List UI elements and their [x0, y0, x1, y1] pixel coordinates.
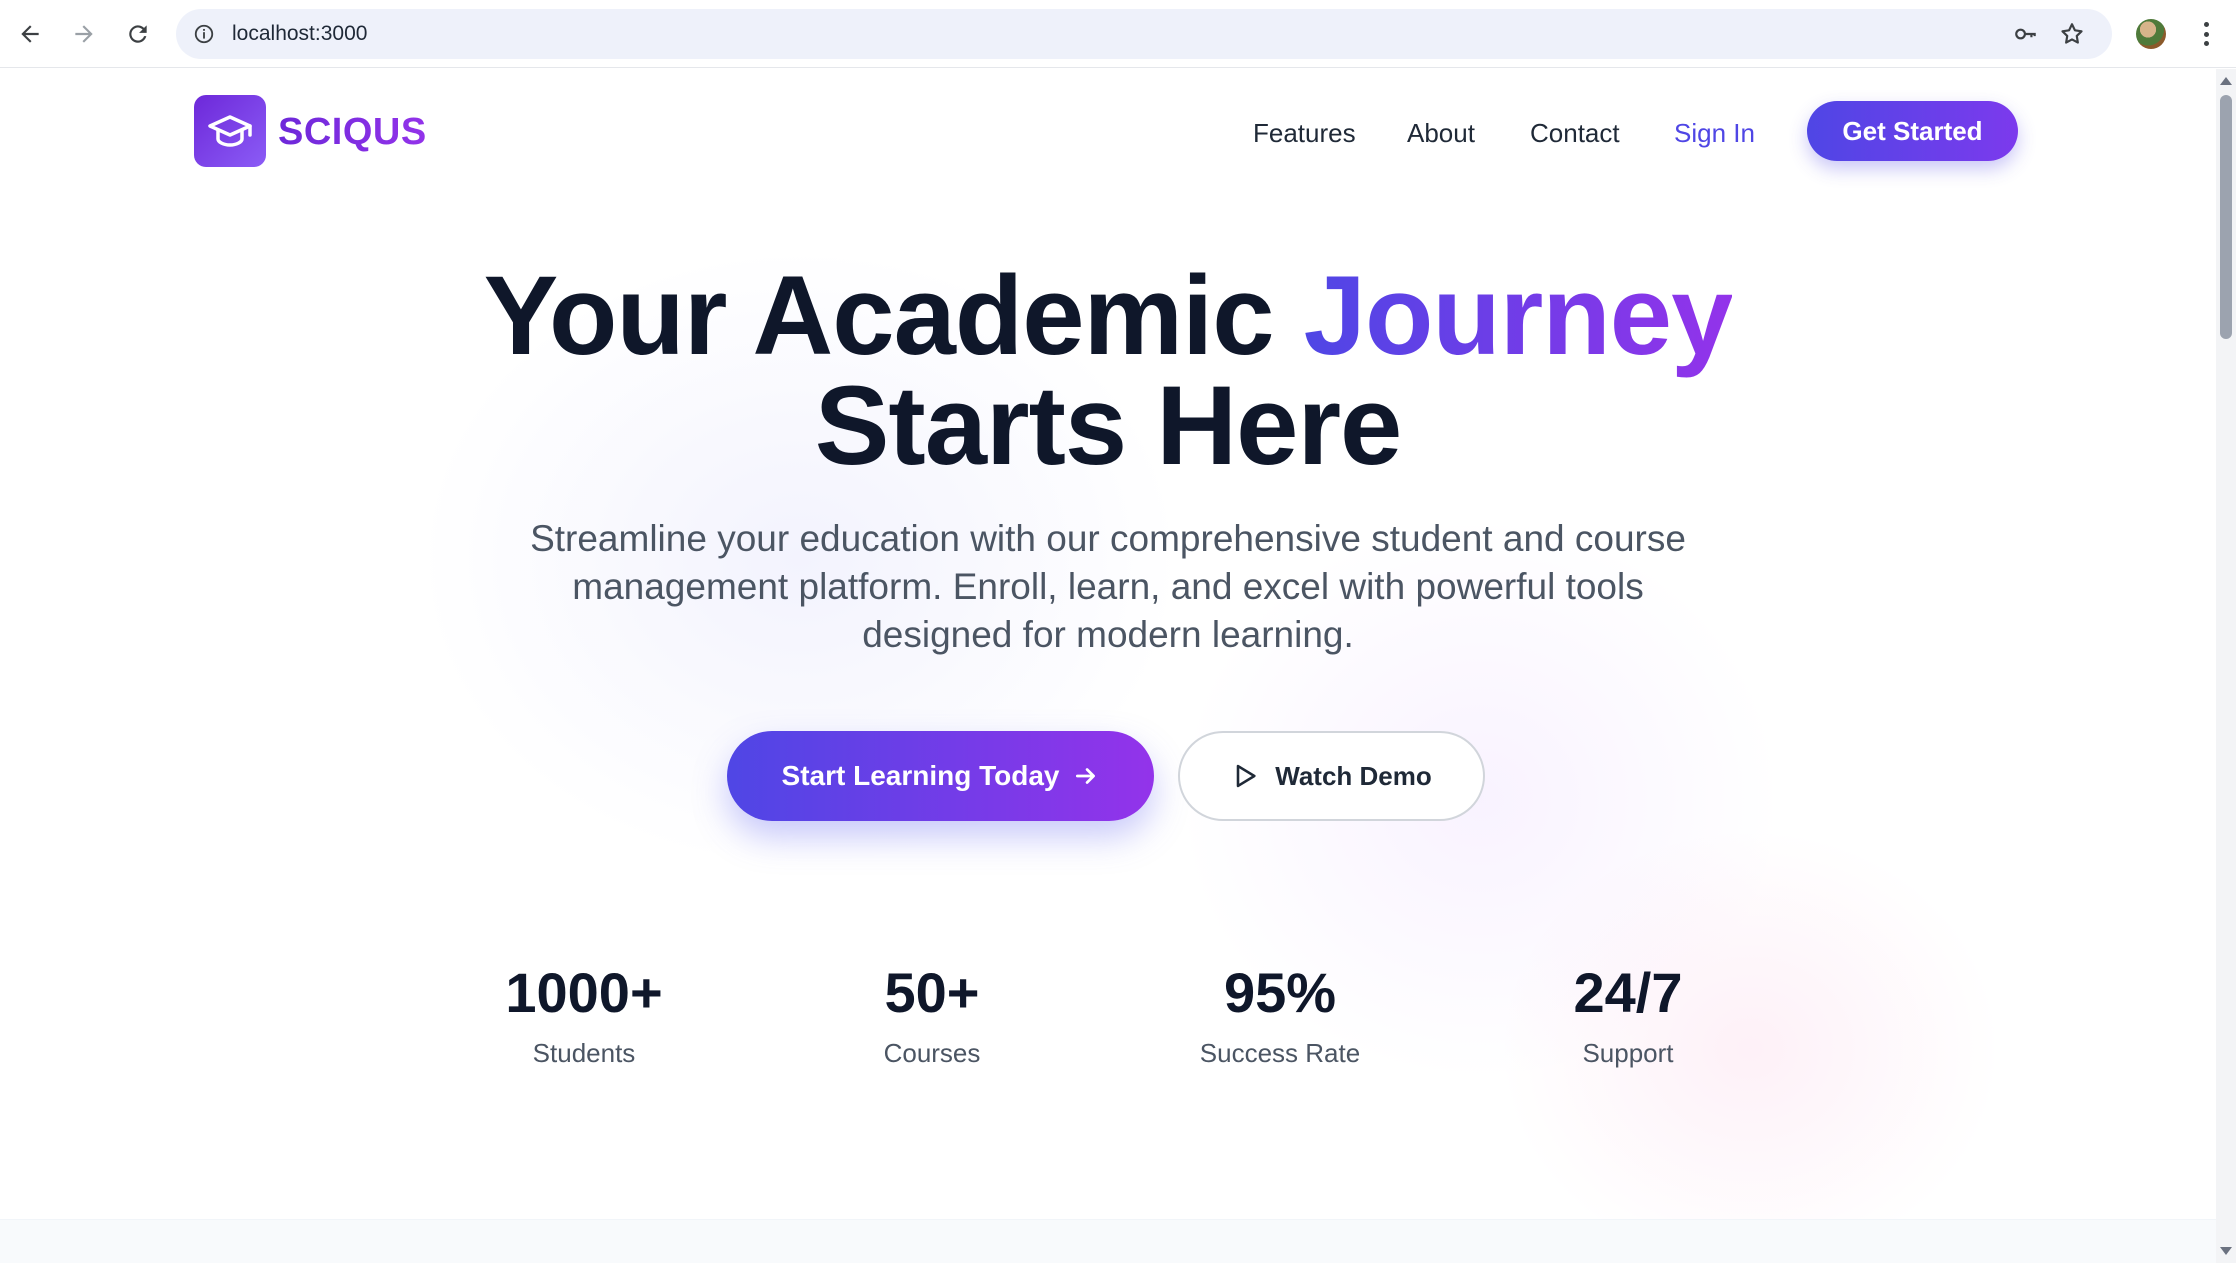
- stat-value: 24/7: [1573, 961, 1683, 1024]
- hero-title-accent: Journey: [1303, 253, 1734, 378]
- back-button[interactable]: [10, 14, 50, 54]
- stat-value: 50+: [884, 961, 980, 1024]
- scrollbar-thumb[interactable]: [2220, 95, 2232, 339]
- scroll-down-arrow-icon[interactable]: [2220, 1247, 2232, 1255]
- play-icon: [1236, 764, 1256, 788]
- page-scrollbar[interactable]: [2216, 69, 2236, 1263]
- forward-arrow-icon: [75, 25, 93, 43]
- browser-toolbar: localhost:3000: [0, 0, 2236, 68]
- key-icon[interactable]: [2012, 20, 2040, 48]
- scroll-up-arrow-icon[interactable]: [2220, 77, 2232, 85]
- watch-demo-button[interactable]: Watch Demo: [1178, 731, 1485, 821]
- stat-value: 95%: [1223, 961, 1337, 1024]
- nav-about[interactable]: About: [1407, 111, 1475, 155]
- browser-menu-icon[interactable]: [2196, 18, 2216, 50]
- hero-title: Your Academic Journey Starts Here: [0, 260, 2216, 482]
- start-learning-button[interactable]: Start Learning Today: [727, 731, 1154, 821]
- reload-icon: [129, 25, 147, 43]
- stat-label: Support: [1582, 1038, 1674, 1068]
- get-started-button[interactable]: Get Started: [1807, 101, 2018, 161]
- url-text[interactable]: localhost:3000: [232, 9, 367, 59]
- nav-features[interactable]: Features: [1253, 111, 1356, 155]
- brand-name[interactable]: SCIQUS: [278, 107, 427, 157]
- stat-students: 1000+ Students: [434, 961, 734, 1071]
- page-viewport: SCIQUS Features About Contact Sign In Ge…: [0, 69, 2216, 1263]
- nav-contact[interactable]: Contact: [1530, 111, 1620, 155]
- graduation-cap-icon: [208, 115, 252, 147]
- hero-title-line2: Starts Here: [814, 363, 1403, 488]
- stat-label: Success Rate: [1199, 1038, 1361, 1068]
- arrow-right-icon: [1076, 768, 1096, 784]
- hero-title-part1: Your Academic: [483, 253, 1304, 378]
- stat-label: Courses: [883, 1038, 981, 1068]
- hero-subtitle: Streamline your education with our compr…: [530, 518, 1686, 655]
- next-section-edge: [0, 1219, 2216, 1263]
- start-learning-label: Start Learning Today: [781, 760, 1060, 791]
- profile-avatar[interactable]: [2136, 19, 2166, 49]
- stat-label: Students: [532, 1038, 636, 1068]
- get-started-label: Get Started: [1842, 115, 1983, 146]
- back-arrow-icon: [21, 25, 39, 43]
- sign-in-link[interactable]: Sign In: [1674, 111, 1755, 155]
- stat-value: 1000+: [505, 961, 663, 1024]
- site-info-icon[interactable]: [190, 20, 218, 48]
- watch-demo-label: Watch Demo: [1275, 760, 1432, 791]
- logo-badge[interactable]: [194, 95, 266, 167]
- forward-button[interactable]: [64, 14, 104, 54]
- stat-courses: 50+ Courses: [782, 961, 1082, 1071]
- stat-support: 24/7 Support: [1478, 961, 1778, 1071]
- reload-button[interactable]: [118, 14, 158, 54]
- address-bar[interactable]: localhost:3000: [176, 9, 2112, 59]
- bookmark-star-icon[interactable]: [2058, 20, 2086, 48]
- stat-success-rate: 95% Success Rate: [1130, 961, 1430, 1071]
